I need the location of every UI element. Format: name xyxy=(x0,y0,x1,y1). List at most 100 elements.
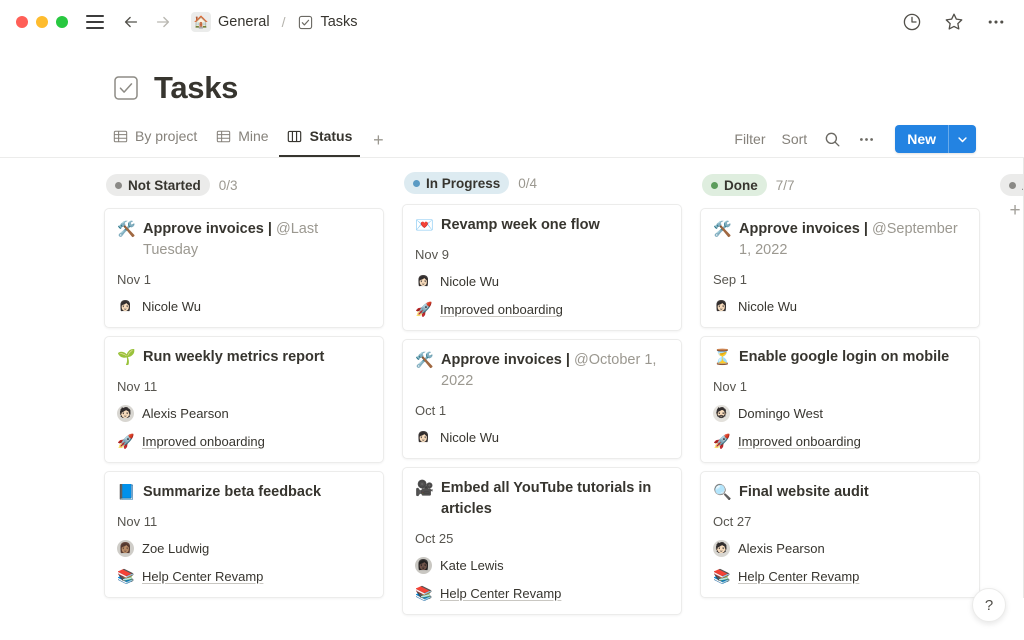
tab-mine[interactable]: Mine xyxy=(207,124,276,157)
add-view-button[interactable]: + xyxy=(366,128,390,152)
card-relation[interactable]: 📚 Help Center Revamp xyxy=(117,568,371,585)
column-count: 7/7 xyxy=(776,178,795,193)
card-title: Revamp week one flow xyxy=(441,215,600,236)
assignee-name: Domingo West xyxy=(738,406,823,421)
star-icon[interactable] xyxy=(944,12,964,32)
column-header[interactable]: A xyxy=(998,172,1024,198)
card-emoji-icon: 🛠️ xyxy=(117,219,134,240)
card[interactable]: 🎥 Embed all YouTube tutorials in article… xyxy=(402,467,682,615)
card-relation[interactable]: 🚀 Improved onboarding xyxy=(713,433,967,450)
help-button[interactable]: ? xyxy=(972,588,1006,622)
breadcrumb-item-general[interactable]: 🏠 General xyxy=(186,10,275,34)
table-icon xyxy=(112,128,128,144)
breadcrumb-item-tasks[interactable]: Tasks xyxy=(292,12,362,32)
relation-link[interactable]: Improved onboarding xyxy=(142,434,265,449)
card-relation[interactable]: 📚 Help Center Revamp xyxy=(713,568,967,585)
board-column-done: Done 7/7 🛠️ Approve invoices | @Septembe… xyxy=(700,172,980,598)
more-icon[interactable] xyxy=(857,130,875,148)
card-title: Approve invoices | @Last Tuesday xyxy=(143,219,371,261)
relation-link[interactable]: Help Center Revamp xyxy=(142,569,263,584)
column-header[interactable]: In Progress 0/4 xyxy=(402,172,682,194)
add-group-button[interactable]: + xyxy=(1006,202,1024,220)
new-button-group[interactable]: New xyxy=(895,125,976,153)
card-relation[interactable]: 🚀 Improved onboarding xyxy=(415,301,669,318)
view-actions: Filter Sort New xyxy=(734,125,976,157)
card-assignee: 👩🏻 Nicole Wu xyxy=(415,273,669,290)
filter-button[interactable]: Filter xyxy=(734,131,765,147)
card[interactable]: 🛠️ Approve invoices | @October 1, 2022 O… xyxy=(402,339,682,459)
books-icon: 📚 xyxy=(713,568,730,585)
column-cards: 🛠️ Approve invoices | @September 1, 2022… xyxy=(700,208,980,598)
status-badge[interactable]: Done xyxy=(702,174,767,196)
card-date: Oct 1 xyxy=(415,403,669,418)
card-title-row: 🛠️ Approve invoices | @October 1, 2022 xyxy=(415,350,669,392)
status-dot-icon xyxy=(115,182,122,189)
relation-link[interactable]: Help Center Revamp xyxy=(738,569,859,584)
avatar: 👩🏽 xyxy=(117,540,134,557)
card-title: Summarize beta feedback xyxy=(143,482,321,503)
forward-arrow-icon[interactable] xyxy=(154,13,172,31)
relation-link[interactable]: Help Center Revamp xyxy=(440,586,561,601)
card-relation[interactable]: 📚 Help Center Revamp xyxy=(415,585,669,602)
avatar: 🧑🏻 xyxy=(713,540,730,557)
status-badge[interactable]: A xyxy=(1000,174,1024,196)
card-assignee: 👩🏻 Nicole Wu xyxy=(415,429,669,446)
breadcrumb-general-label: General xyxy=(218,14,270,30)
card-date: Nov 1 xyxy=(713,379,967,394)
assignee-name: Nicole Wu xyxy=(738,299,797,314)
card-assignee: 👩🏻 Nicole Wu xyxy=(713,298,967,315)
card-date: Oct 27 xyxy=(713,514,967,529)
column-header[interactable]: Done 7/7 xyxy=(700,172,980,198)
column-count: 0/3 xyxy=(219,178,238,193)
card[interactable]: 🌱 Run weekly metrics report Nov 11 🧑🏻 Al… xyxy=(104,336,384,463)
checkbox-icon[interactable] xyxy=(112,74,140,102)
view-tabs: By project Mine Status xyxy=(104,124,390,157)
card-date: Oct 25 xyxy=(415,531,669,546)
column-header[interactable]: Not Started 0/3 xyxy=(104,172,384,198)
sort-button[interactable]: Sort xyxy=(782,131,808,147)
status-dot-icon xyxy=(413,180,420,187)
card[interactable]: 🛠️ Approve invoices | @Last Tuesday Nov … xyxy=(104,208,384,328)
clock-icon[interactable] xyxy=(902,12,922,32)
column-title: In Progress xyxy=(426,176,500,191)
card-date: Nov 9 xyxy=(415,247,669,262)
new-button[interactable]: New xyxy=(895,125,948,153)
card[interactable]: 📘 Summarize beta feedback Nov 11 👩🏽 Zoe … xyxy=(104,471,384,598)
tab-status-label: Status xyxy=(310,128,353,144)
more-icon[interactable] xyxy=(986,12,1006,32)
card[interactable]: ⏳ Enable google login on mobile Nov 1 🧔🏻… xyxy=(700,336,980,463)
rocket-icon: 🚀 xyxy=(117,433,134,450)
tab-by-project[interactable]: By project xyxy=(104,124,205,157)
card-assignee: 🧔🏻 Domingo West xyxy=(713,405,967,422)
books-icon: 📚 xyxy=(415,585,432,602)
card-emoji-icon: 📘 xyxy=(117,482,134,503)
card-title: Enable google login on mobile xyxy=(739,347,949,368)
avatar: 🧔🏻 xyxy=(713,405,730,422)
board-column-not-started: Not Started 0/3 🛠️ Approve invoices | @L… xyxy=(104,172,384,598)
rocket-icon: 🚀 xyxy=(415,301,432,318)
card-relation[interactable]: 🚀 Improved onboarding xyxy=(117,433,371,450)
card-title: Run weekly metrics report xyxy=(143,347,324,368)
sidebar-toggle-icon[interactable] xyxy=(86,15,104,29)
chevron-down-icon[interactable] xyxy=(949,125,976,153)
board-icon xyxy=(287,128,303,144)
assignee-name: Nicole Wu xyxy=(440,274,499,289)
card[interactable]: 🔍 Final website audit Oct 27 🧑🏻 Alexis P… xyxy=(700,471,980,598)
card[interactable]: 💌 Revamp week one flow Nov 9 👩🏻 Nicole W… xyxy=(402,204,682,331)
card-title: Embed all YouTube tutorials in articles xyxy=(441,478,669,520)
close-window-button[interactable] xyxy=(16,16,28,28)
status-badge[interactable]: In Progress xyxy=(404,172,509,194)
card-title: Approve invoices | @October 1, 2022 xyxy=(441,350,669,392)
minimize-window-button[interactable] xyxy=(36,16,48,28)
back-arrow-icon[interactable] xyxy=(122,13,140,31)
search-icon[interactable] xyxy=(823,130,841,148)
maximize-window-button[interactable] xyxy=(56,16,68,28)
status-badge[interactable]: Not Started xyxy=(106,174,210,196)
card-title-row: 🔍 Final website audit xyxy=(713,482,967,503)
card[interactable]: 🛠️ Approve invoices | @September 1, 2022… xyxy=(700,208,980,328)
relation-link[interactable]: Improved onboarding xyxy=(440,302,563,317)
board-column-partial: A xyxy=(998,172,1024,598)
status-dot-icon xyxy=(1009,182,1016,189)
relation-link[interactable]: Improved onboarding xyxy=(738,434,861,449)
tab-status[interactable]: Status xyxy=(279,124,361,157)
